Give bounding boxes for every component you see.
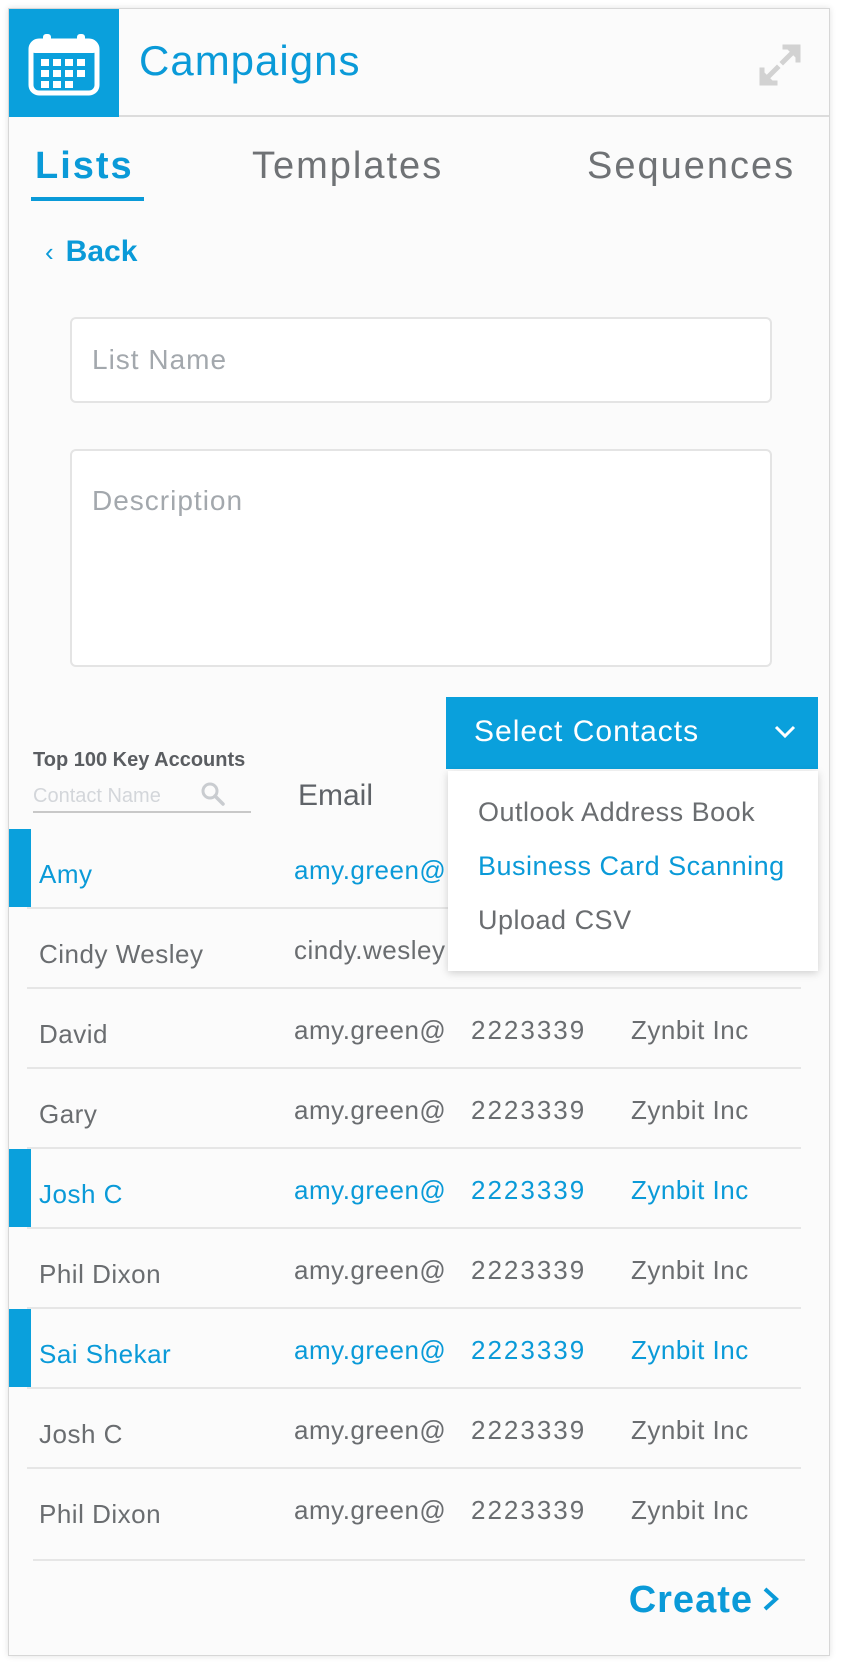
contact-name: Josh C	[39, 1419, 123, 1449]
chevron-left-icon: ‹	[45, 237, 54, 267]
contact-email: amy.green@	[294, 1335, 447, 1365]
contact-name: Phil Dixon	[39, 1259, 162, 1289]
table-row[interactable]: Gary amy.green@ 2223339 Zynbit Inc	[9, 1069, 829, 1149]
menu-item-outlook-address-book[interactable]: Outlook Address Book	[478, 797, 755, 828]
chevron-right-icon	[763, 1587, 779, 1611]
contact-company: Zynbit Inc	[631, 1015, 749, 1045]
table-row[interactable]: Phil Dixon amy.green@ 2223339 Zynbit Inc	[9, 1469, 829, 1549]
contact-company: Zynbit Inc	[631, 1335, 749, 1365]
contact-email: amy.green@	[294, 1415, 447, 1445]
contact-email: amy.green@	[294, 1175, 447, 1205]
contact-phone: 2223339	[471, 1335, 587, 1365]
contact-phone: 2223339	[471, 1495, 587, 1525]
contact-email: amy.green@	[294, 855, 447, 885]
tab-templates[interactable]: Templates	[252, 145, 443, 188]
contact-phone: 2223339	[471, 1175, 587, 1205]
back-label: Back	[65, 235, 138, 268]
selected-indicator	[9, 1309, 31, 1387]
table-row[interactable]: Josh C amy.green@ 2223339 Zynbit Inc	[9, 1149, 829, 1229]
contact-company: Zynbit Inc	[631, 1255, 749, 1285]
app-title: Campaigns	[139, 37, 361, 84]
table-row[interactable]: David amy.green@ 2223339 Zynbit Inc	[9, 989, 829, 1069]
contact-phone: 2223339	[471, 1095, 587, 1125]
table-row[interactable]: Sai Shekar amy.green@ 2223339 Zynbit Inc	[9, 1309, 829, 1389]
contact-name: Cindy Wesley	[39, 939, 204, 969]
tab-sequences[interactable]: Sequences	[587, 145, 795, 188]
contact-name: Josh C	[39, 1179, 123, 1209]
menu-item-upload-csv[interactable]: Upload CSV	[478, 905, 632, 936]
tab-lists[interactable]: Lists	[35, 145, 134, 188]
contact-name-search-input[interactable]	[33, 781, 213, 811]
select-contacts-menu: Outlook Address Book Business Card Scann…	[448, 771, 818, 971]
contact-email: amy.green@	[294, 1255, 447, 1285]
contact-company: Zynbit Inc	[631, 1095, 749, 1125]
contact-email: cindy.wesley	[294, 935, 446, 965]
list-name-input[interactable]	[70, 317, 772, 403]
selected-indicator	[9, 829, 31, 907]
select-contacts-dropdown[interactable]: Select Contacts	[446, 697, 818, 769]
email-column-header: Email	[298, 779, 374, 812]
create-button[interactable]: Create	[629, 1579, 781, 1622]
contact-email: amy.green@	[294, 1095, 447, 1125]
table-row[interactable]: Josh C amy.green@ 2223339 Zynbit Inc	[9, 1389, 829, 1469]
contact-phone: 2223339	[471, 1015, 587, 1045]
search-icon[interactable]	[200, 781, 226, 807]
chevron-down-icon	[774, 725, 796, 739]
tab-bar: Lists Templates Sequences	[9, 127, 829, 207]
contact-company: Zynbit Inc	[631, 1415, 749, 1445]
contact-email: amy.green@	[294, 1495, 447, 1525]
contact-name: Gary	[39, 1099, 98, 1129]
contact-name: Phil Dixon	[39, 1499, 162, 1529]
contact-email: amy.green@	[294, 1015, 447, 1045]
contact-name: David	[39, 1019, 108, 1049]
back-button[interactable]: ‹ Back	[45, 235, 137, 269]
active-tab-indicator	[31, 197, 144, 201]
footer-divider	[33, 1559, 805, 1561]
contact-name: Sai Shekar	[39, 1339, 172, 1369]
contact-phone: 2223339	[471, 1255, 587, 1285]
expand-icon[interactable]	[757, 42, 803, 88]
table-row[interactable]: Phil Dixon amy.green@ 2223339 Zynbit Inc	[9, 1229, 829, 1309]
calendar-icon	[28, 34, 100, 96]
contact-company: Zynbit Inc	[631, 1495, 749, 1525]
selected-indicator	[9, 1149, 31, 1227]
campaigns-panel: Campaigns Lists Templates Sequences ‹ Bac…	[8, 8, 830, 1656]
contact-group-label: Top 100 Key Accounts	[33, 749, 246, 771]
contact-search	[33, 781, 251, 813]
app-logo	[9, 9, 119, 117]
contact-name: Amy	[39, 859, 93, 889]
contact-company: Zynbit Inc	[631, 1175, 749, 1205]
create-label: Create	[628, 1579, 753, 1621]
select-contacts-label: Select Contacts	[474, 715, 700, 748]
menu-item-business-card-scanning[interactable]: Business Card Scanning	[478, 851, 785, 882]
header: Campaigns	[9, 9, 829, 117]
contact-phone: 2223339	[471, 1415, 587, 1445]
description-input[interactable]	[70, 449, 772, 667]
